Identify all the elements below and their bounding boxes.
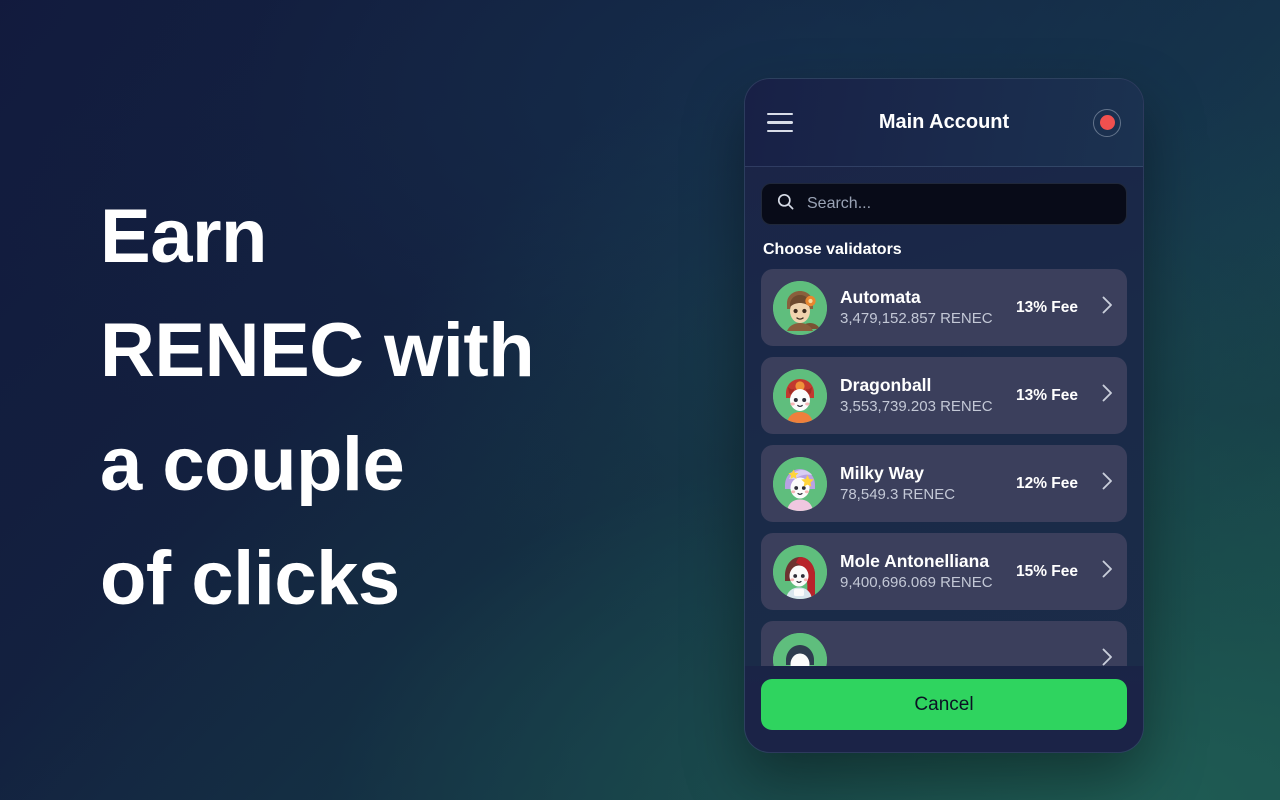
avatar-milky-way xyxy=(773,456,827,511)
validator-name: Dragonball xyxy=(840,375,932,395)
hamburger-bar xyxy=(767,121,793,124)
page-title: Main Account xyxy=(878,111,1010,133)
search-input[interactable] xyxy=(807,195,1112,213)
validator-list[interactable]: Automata 3,479,152.857 RENEC 13% Fee Dra… xyxy=(761,269,1127,666)
validator-fee: 12% Fee xyxy=(1015,474,1078,492)
chevron-right-icon[interactable] xyxy=(1102,648,1113,666)
validator-text: Automata 3,479,152.857 RENEC xyxy=(840,286,1003,329)
validator-fee: 13% Fee xyxy=(1015,298,1078,316)
validator-fee: 15% Fee xyxy=(1015,562,1078,580)
validator-name: Automata xyxy=(840,287,921,307)
hero-headline-line-4: of clicks xyxy=(100,536,400,621)
chevron-right-icon[interactable] xyxy=(1102,560,1113,583)
avatar-mole-antonelliana xyxy=(773,544,827,599)
app-header: Main Account xyxy=(745,79,1143,167)
validator-amount: 3,553,739.203 RENEC xyxy=(840,398,993,415)
hamburger-icon[interactable] xyxy=(767,112,793,133)
validator-name: Milky Way xyxy=(840,463,924,483)
chevron-right-icon[interactable] xyxy=(1102,384,1113,407)
search-field[interactable] xyxy=(761,183,1127,225)
validator-row[interactable]: Mole Antonelliana 9,400,696.069 RENEC 15… xyxy=(761,533,1127,610)
validator-row[interactable]: Dragonball 3,553,739.203 RENEC 13% Fee xyxy=(761,357,1127,434)
hero-headline: Earn RENEC with a couple of clicks xyxy=(100,180,660,636)
cancel-button[interactable]: Cancel xyxy=(761,679,1127,730)
hamburger-bar xyxy=(767,129,793,133)
hero-headline-line-1: Earn xyxy=(100,194,267,279)
validator-text: Milky Way 78,549.3 RENEC xyxy=(840,462,1003,505)
app-body: Choose validators xyxy=(745,167,1143,666)
section-label: Choose validators xyxy=(763,241,902,258)
record-dot-inner xyxy=(1099,115,1115,130)
hero-headline-line-2: RENEC with xyxy=(100,308,535,393)
search-icon xyxy=(776,192,795,216)
validator-text: Dragonball 3,553,739.203 RENEC xyxy=(840,374,1003,417)
record-dot-icon[interactable] xyxy=(1093,108,1121,137)
validator-text: Mole Antonelliana 9,400,696.069 RENEC xyxy=(840,550,1003,593)
hero-headline-line-3: a couple xyxy=(100,422,405,507)
validator-amount: 3,479,152.857 RENEC xyxy=(840,310,993,327)
validator-row[interactable]: Milky Way 78,549.3 RENEC 12% Fee xyxy=(761,445,1127,522)
app-footer: Cancel xyxy=(745,666,1143,752)
phone-mockup: Main Account Choose validators xyxy=(744,78,1144,753)
chevron-right-icon[interactable] xyxy=(1102,296,1113,319)
hamburger-bar xyxy=(767,112,793,116)
avatar-automata xyxy=(773,280,827,335)
validator-row[interactable] xyxy=(761,621,1127,666)
chevron-right-icon[interactable] xyxy=(1102,472,1113,495)
validator-name: Mole Antonelliana xyxy=(840,551,990,571)
validator-row[interactable]: Automata 3,479,152.857 RENEC 13% Fee xyxy=(761,269,1127,346)
validator-amount: 78,549.3 RENEC xyxy=(840,486,956,503)
validator-amount: 9,400,696.069 RENEC xyxy=(840,574,993,591)
avatar-partial xyxy=(773,632,827,666)
validator-fee: 13% Fee xyxy=(1015,386,1078,404)
avatar-dragonball xyxy=(773,368,827,423)
